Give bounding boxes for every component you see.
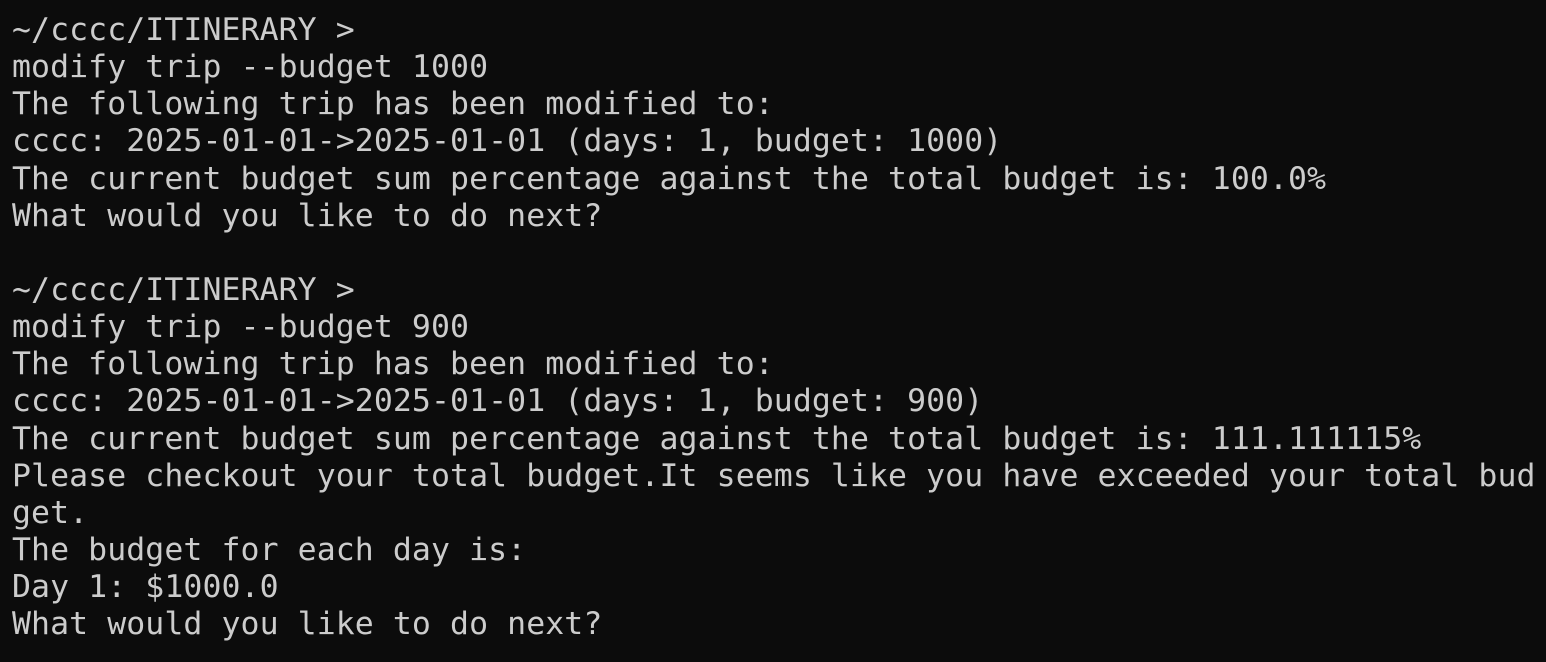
- output-line: The current budget sum percentage agains…: [12, 420, 1422, 457]
- command-line: modify trip --budget 1000: [12, 49, 489, 86]
- output-line: What would you like to do next?: [12, 606, 603, 643]
- prompt-line: ~/cccc/ITINERARY >: [12, 271, 355, 308]
- terminal-window[interactable]: ~/cccc/ITINERARY > modify trip --budget …: [0, 0, 1546, 662]
- output-line: The following trip has been modified to:: [12, 86, 774, 123]
- output-line: The current budget sum percentage agains…: [12, 160, 1327, 197]
- output-line: The budget for each day is:: [12, 531, 527, 568]
- command-line: modify trip --budget 900: [12, 309, 470, 346]
- output-line: cccc: 2025-01-01->2025-01-01 (days: 1, b…: [12, 123, 1003, 160]
- warning-line-wrap: get.: [12, 494, 89, 531]
- output-line: cccc: 2025-01-01->2025-01-01 (days: 1, b…: [12, 383, 984, 420]
- output-line: What would you like to do next?: [12, 197, 603, 234]
- output-line: The following trip has been modified to:: [12, 346, 774, 383]
- output-line: Day 1: $1000.0: [12, 569, 279, 606]
- warning-line: Please checkout your total budget.It see…: [12, 457, 1536, 494]
- prompt-line: ~/cccc/ITINERARY >: [12, 12, 355, 48]
